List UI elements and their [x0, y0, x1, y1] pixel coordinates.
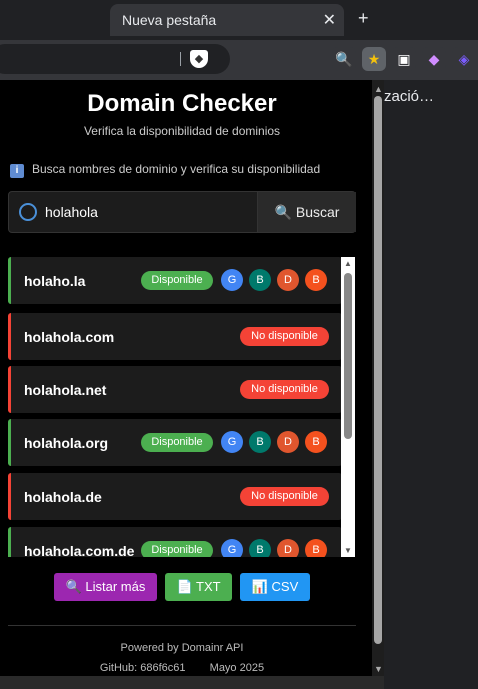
address-bar[interactable]: ◆ [0, 44, 230, 74]
star-icon[interactable]: ★ [362, 47, 386, 71]
result-row: holahola.com.de Disponible G B D B [8, 527, 342, 557]
browser-tab[interactable]: Nueva pestaña ✕ [110, 4, 344, 36]
popup-scroll-thumb[interactable] [374, 96, 382, 644]
search-button[interactable]: 🔍 Buscar [257, 192, 356, 232]
new-tab-icon[interactable]: + [358, 8, 369, 29]
scroll-up-icon[interactable]: ▲ [374, 84, 383, 94]
zoom-icon[interactable]: 🔍 [332, 47, 356, 71]
popup-subtitle: Verifica la disponibilidad de dominios [83, 124, 281, 138]
result-row: holahola.net No disponible [8, 366, 342, 413]
footer-divider [8, 625, 356, 626]
domain-name: holahola.com [24, 329, 115, 345]
list-more-button[interactable]: 🔍 Listar más [54, 573, 157, 601]
registrar-g-button[interactable]: G [221, 431, 243, 453]
status-badge: Disponible [141, 271, 213, 290]
status-badge: Disponible [141, 541, 213, 557]
date-text: Mayo 2025 [209, 662, 265, 674]
popup-scrollbar[interactable]: ▲ ▼ [372, 80, 384, 676]
registrar-d-button[interactable]: D [277, 269, 299, 291]
globe-icon [19, 203, 37, 221]
footer-meta: GitHub: 686f6c61 Mayo 2025 [0, 662, 364, 674]
page-text: zació… [384, 88, 435, 105]
extensions-area: 🔍 ★ ▣ ◆ ◈ [330, 44, 478, 74]
domain-name: holahola.de [24, 489, 102, 505]
scroll-down-icon[interactable]: ▼ [343, 546, 353, 555]
search-box: 🔍 Buscar [8, 191, 356, 233]
info-text: Busca nombres de dominio y verifica su d… [32, 162, 321, 176]
registrar-b2-button[interactable]: B [305, 269, 327, 291]
registrar-g-button[interactable]: G [221, 269, 243, 291]
domain-name: holahola.net [24, 382, 107, 398]
browser-toolbar: ◆ 🔍 ★ ▣ ◆ ◈ [0, 40, 478, 80]
status-badge: No disponible [240, 487, 329, 506]
omnibox-divider [180, 52, 181, 66]
info-line: i Busca nombres de dominio y verifica su … [10, 162, 320, 178]
info-icon: i [10, 164, 24, 178]
status-badge: No disponible [240, 327, 329, 346]
status-badge: Disponible [141, 433, 213, 452]
txt-export-button[interactable]: 📄 TXT [165, 573, 232, 601]
registrar-b-button[interactable]: B [249, 431, 271, 453]
registrar-b2-button[interactable]: B [305, 539, 327, 557]
layers-extension-icon[interactable]: ◈ [452, 47, 476, 71]
domain-name: holahola.com.de [24, 543, 135, 557]
domain-name: holaho.la [24, 273, 86, 289]
registrar-d-button[interactable]: D [277, 539, 299, 557]
popup-title: Domain Checker [87, 90, 277, 117]
registrar-d-button[interactable]: D [277, 431, 299, 453]
results-list: holaho.la Disponible G B D B holahola.co… [8, 257, 342, 557]
powered-by-text: Powered by Domainr API [120, 642, 244, 654]
page-background: zació… [384, 80, 478, 689]
registrar-b-button[interactable]: B [249, 539, 271, 557]
close-icon[interactable]: ✕ [323, 10, 336, 30]
popup-bottom-edge [0, 676, 384, 689]
result-row: holaho.la Disponible G B D B [8, 257, 342, 304]
results-scrollbar[interactable]: ▲ ▼ [341, 257, 355, 557]
diamond-extension-icon[interactable]: ◆ [422, 47, 446, 71]
result-row: holahola.org Disponible G B D B [8, 419, 342, 466]
results-scroll-thumb[interactable] [344, 273, 352, 439]
csv-export-button[interactable]: 📊 CSV [240, 573, 310, 601]
registrar-b-button[interactable]: B [249, 269, 271, 291]
domain-search-input[interactable] [45, 200, 255, 224]
domain-checker-popup: Domain Checker Verifica la disponibilida… [0, 80, 372, 689]
scroll-up-icon[interactable]: ▲ [343, 259, 353, 268]
domain-name: holahola.org [24, 435, 108, 451]
result-row: holahola.com No disponible [8, 313, 342, 360]
brave-shield-icon[interactable]: ◆ [190, 50, 208, 68]
tab-strip: Nueva pestaña ✕ + [0, 0, 478, 40]
result-row: holahola.de No disponible [8, 473, 342, 520]
scroll-down-icon[interactable]: ▼ [374, 664, 383, 674]
registrar-b2-button[interactable]: B [305, 431, 327, 453]
tab-title: Nueva pestaña [122, 12, 217, 28]
registrar-g-button[interactable]: G [221, 539, 243, 557]
github-text[interactable]: GitHub: 686f6c61 [100, 662, 186, 674]
status-badge: No disponible [240, 380, 329, 399]
bitwarden-icon[interactable]: ▣ [392, 47, 416, 71]
